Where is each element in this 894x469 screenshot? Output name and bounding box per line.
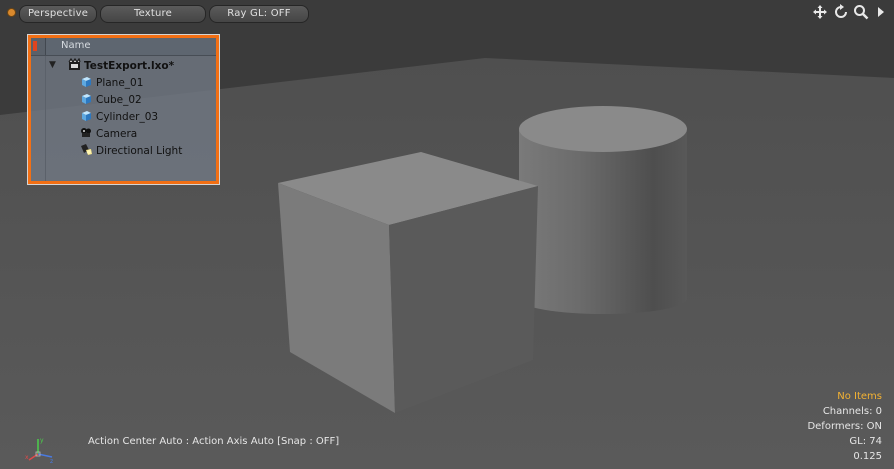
selection-readout: No Items: [837, 391, 882, 402]
3d-viewport[interactable]: Perspective Texture Ray GL: OFF Name ▼ T…: [0, 0, 894, 469]
axis-gizmo-icon: y x z: [24, 433, 56, 465]
zoom-view-icon[interactable]: [853, 4, 869, 20]
list-item[interactable]: Camera: [80, 126, 137, 142]
items-list-panel: Name ▼ TestExport.lxo* Plane_01 Cube_02 …: [28, 35, 219, 184]
shading-mode-button[interactable]: Texture: [100, 5, 206, 23]
mesh-icon: [80, 109, 93, 122]
list-item-label: Camera: [96, 128, 138, 140]
list-item[interactable]: Plane_01: [80, 75, 143, 91]
viewport-toolbar: Perspective Texture Ray GL: OFF: [0, 0, 894, 26]
gl-readout: GL: 74: [849, 436, 882, 447]
list-item-label: Cube_02: [96, 94, 142, 106]
scene-name: TestExport.lxo*: [84, 60, 175, 72]
svg-text:x: x: [25, 454, 29, 461]
list-item[interactable]: Cube_02: [80, 92, 142, 108]
items-list-header: Name: [31, 38, 216, 56]
deformers-readout: Deformers: ON: [807, 421, 882, 432]
cylinder-object: [519, 106, 687, 314]
visibility-column: [31, 56, 46, 181]
list-item-label: Plane_01: [96, 77, 144, 89]
list-item[interactable]: Directional Light: [80, 143, 182, 159]
list-item-label: Cylinder_03: [96, 111, 159, 123]
list-item-label: Directional Light: [96, 145, 183, 157]
scene-icon: [68, 57, 81, 71]
mesh-icon: [80, 75, 93, 88]
svg-text:y: y: [40, 437, 44, 444]
visibility-column-header[interactable]: [31, 38, 46, 55]
scene-root-item[interactable]: TestExport.lxo*: [68, 57, 175, 74]
view-mode-button[interactable]: Perspective: [19, 5, 97, 23]
rotate-view-icon[interactable]: [833, 4, 849, 20]
name-column-header[interactable]: Name: [61, 40, 91, 51]
camera-icon: [80, 126, 93, 139]
viewport-options-dot[interactable]: [8, 9, 15, 16]
svg-text:z: z: [50, 458, 53, 463]
move-view-icon[interactable]: [812, 4, 828, 20]
timing-readout: 0.125: [853, 451, 882, 462]
ray-gl-button[interactable]: Ray GL: OFF: [209, 5, 309, 23]
list-item[interactable]: Cylinder_03: [80, 109, 158, 125]
light-icon: [80, 143, 93, 156]
expand-scene-icon[interactable]: ▼: [49, 60, 56, 70]
channels-readout: Channels: 0: [822, 406, 882, 417]
mesh-icon: [80, 92, 93, 105]
expand-menu-icon[interactable]: [873, 4, 889, 20]
action-center-status: Action Center Auto : Action Axis Auto [S…: [88, 436, 340, 447]
